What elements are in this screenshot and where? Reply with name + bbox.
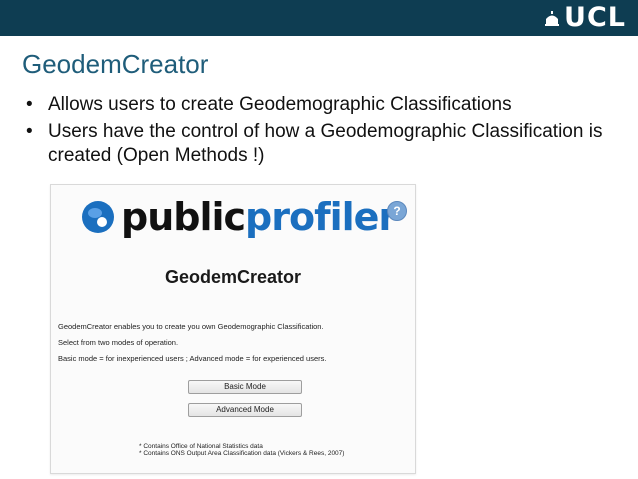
publicprofiler-screenshot: publicprofiler ? GeodemCreator GeodemCre… — [50, 184, 416, 474]
dome-icon — [545, 11, 560, 26]
logo-public: public — [121, 195, 246, 239]
advanced-mode-button[interactable]: Advanced Mode — [188, 403, 302, 417]
footnotes: * Contains Office of National Statistics… — [139, 443, 344, 457]
description-line: Select from two modes of operation. — [58, 338, 179, 347]
description-line: Basic mode = for inexperienced users ; A… — [58, 354, 327, 363]
header-bar: UCL — [0, 0, 638, 36]
bullet-item: Allows users to create Geodemographic Cl… — [24, 93, 614, 117]
ucl-wordmark: UCL — [564, 2, 626, 33]
footnote-line: * Contains Office of National Statistics… — [139, 443, 263, 450]
ucl-logo: UCL — [544, 2, 626, 34]
basic-mode-button[interactable]: Basic Mode — [188, 380, 302, 394]
logo-profiler: profiler — [245, 195, 397, 239]
bullet-list: Allows users to create Geodemographic Cl… — [24, 93, 614, 171]
help-icon[interactable]: ? — [387, 201, 407, 221]
geodemcreator-title: GeodemCreator — [164, 267, 302, 287]
globe-logo-icon — [82, 201, 114, 233]
bullet-item: Users have the control of how a Geodemog… — [24, 120, 614, 168]
description-line: GeodemCreator enables you to create you … — [58, 322, 324, 331]
slide-title: GeodemCreator — [22, 49, 209, 79]
publicprofiler-logo: publicprofiler — [81, 195, 397, 239]
footnote-line: * Contains ONS Output Area Classificatio… — [139, 450, 345, 457]
description: GeodemCreator enables you to create you … — [58, 322, 326, 370]
publicprofiler-wordmark: publicprofiler — [121, 195, 397, 239]
